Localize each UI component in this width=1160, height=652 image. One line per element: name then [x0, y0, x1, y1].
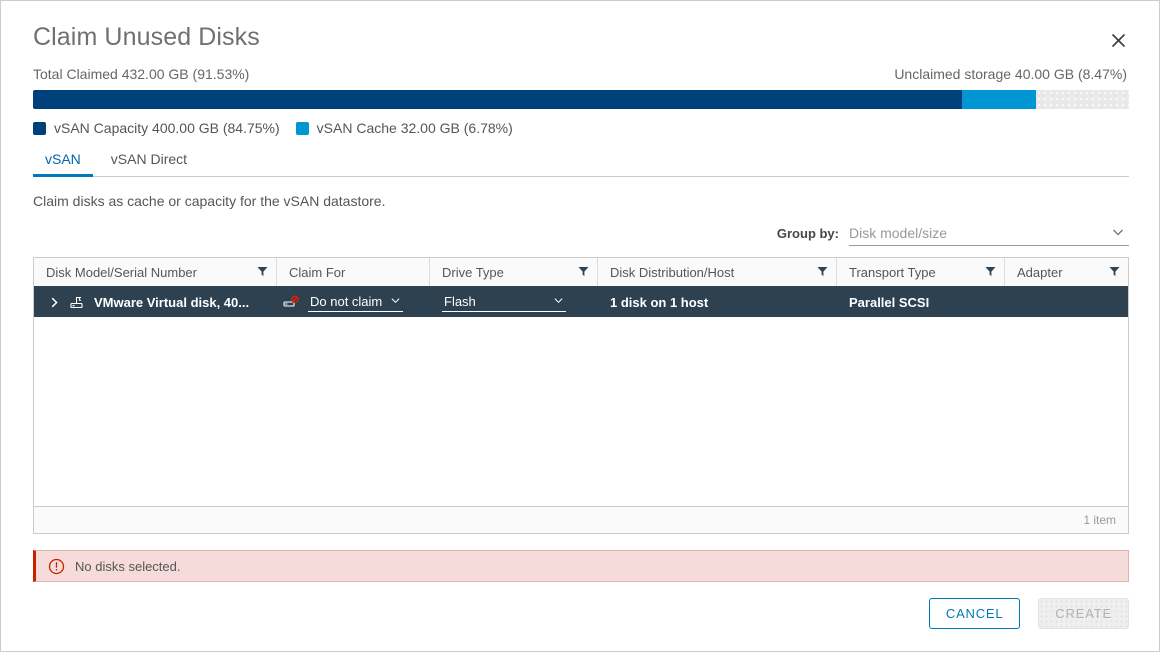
cancel-button[interactable]: CANCEL — [928, 598, 1021, 629]
create-button: CREATE — [1038, 598, 1129, 629]
cell-disk-distribution: 1 disk on 1 host — [598, 288, 837, 317]
column-header-disk-model[interactable]: Disk Model/Serial Number — [34, 258, 277, 286]
tab-vsan-direct[interactable]: vSAN Direct — [99, 149, 199, 176]
filter-icon[interactable] — [985, 265, 996, 280]
capacity-labels: Total Claimed 432.00 GB (91.53%) Unclaim… — [33, 65, 1127, 83]
table-header-row: Disk Model/Serial Number Claim For Drive… — [34, 258, 1128, 288]
description-text: Claim disks as cache or capacity for the… — [33, 193, 386, 209]
column-label-adapter: Adapter — [1017, 264, 1063, 280]
column-label-transport-type: Transport Type — [849, 264, 936, 280]
column-header-claim-for[interactable]: Claim For — [277, 258, 430, 286]
cell-claim-for[interactable]: Do not claim — [277, 288, 430, 317]
capacity-bar-segment-vsan-capacity — [33, 90, 962, 109]
do-not-claim-icon — [283, 295, 299, 311]
capacity-bar-segment-unclaimed — [1036, 90, 1129, 109]
item-count: 1 item — [1083, 513, 1116, 527]
legend-swatch-vsan-capacity — [33, 121, 46, 135]
filter-icon[interactable] — [1109, 265, 1120, 280]
legend-swatch-vsan-cache — [295, 121, 309, 135]
table-row[interactable]: VMware Virtual disk, 40... Do not claim — [34, 288, 1128, 317]
capacity-bar — [33, 90, 1129, 109]
filter-icon[interactable] — [817, 265, 828, 280]
column-header-drive-type[interactable]: Drive Type — [430, 258, 598, 286]
error-banner: No disks selected. — [33, 550, 1129, 582]
group-by-label: Group by: — [776, 225, 839, 241]
capacity-bar-segment-vsan-cache — [961, 90, 1037, 109]
legend-label-vsan-capacity: vSAN Capacity 400.00 GB (84.75%) — [54, 120, 280, 136]
cell-drive-type[interactable]: Flash — [430, 288, 598, 317]
cell-adapter — [1005, 288, 1128, 317]
column-header-adapter[interactable]: Adapter — [1005, 258, 1128, 286]
page-title: Claim Unused Disks — [33, 23, 260, 51]
chevron-right-icon[interactable] — [46, 297, 62, 308]
drive-type-select[interactable]: Flash — [442, 293, 566, 312]
tab-bar: vSAN vSAN Direct — [33, 149, 1129, 177]
column-label-disk-distribution: Disk Distribution/Host — [610, 264, 735, 280]
flash-disk-icon — [68, 294, 85, 311]
unclaimed-storage-label: Unclaimed storage 40.00 GB (8.47%) — [894, 66, 1127, 82]
table-body: VMware Virtual disk, 40... Do not claim — [34, 288, 1128, 506]
column-header-disk-distribution[interactable]: Disk Distribution/Host — [598, 258, 837, 286]
column-label-claim-for: Claim For — [289, 264, 346, 280]
legend-item-vsan-cache: vSAN Cache 32.00 GB (6.78%) — [295, 120, 513, 136]
drive-type-value: Flash — [444, 294, 476, 309]
chevron-down-icon — [1110, 224, 1126, 245]
legend-item-vsan-capacity: vSAN Capacity 400.00 GB (84.75%) — [33, 120, 280, 136]
cell-value-disk-distribution: 1 disk on 1 host — [610, 295, 709, 310]
cell-disk-model[interactable]: VMware Virtual disk, 40... — [34, 288, 277, 317]
cell-transport-type: Parallel SCSI — [837, 288, 1005, 317]
total-claimed-label: Total Claimed 432.00 GB (91.53%) — [33, 66, 250, 82]
group-by-value: Disk model/size — [849, 224, 948, 241]
capacity-summary: Total Claimed 432.00 GB (91.53%) Unclaim… — [1, 53, 1159, 136]
claim-for-value: Do not claim — [310, 294, 383, 309]
capacity-legend: vSAN Capacity 400.00 GB (84.75%) vSAN Ca… — [33, 120, 1127, 136]
cell-value-disk-model: VMware Virtual disk, 40... — [94, 295, 250, 310]
chevron-down-icon — [553, 294, 564, 309]
column-label-drive-type: Drive Type — [442, 264, 504, 280]
group-by-row: Group by: Disk model/size — [33, 219, 1129, 247]
claim-unused-disks-dialog: Claim Unused Disks Total Claimed 432.00 … — [0, 0, 1160, 652]
cell-value-transport-type: Parallel SCSI — [849, 295, 930, 310]
error-message: No disks selected. — [75, 558, 181, 574]
dialog-header: Claim Unused Disks — [1, 1, 1159, 53]
close-icon[interactable] — [1105, 27, 1131, 53]
column-header-transport-type[interactable]: Transport Type — [837, 258, 1005, 286]
disks-table: Disk Model/Serial Number Claim For Drive… — [33, 257, 1129, 534]
filter-icon[interactable] — [257, 265, 268, 280]
tab-vsan[interactable]: vSAN — [33, 149, 93, 177]
table-footer: 1 item — [34, 506, 1128, 533]
claim-for-select[interactable]: Do not claim — [308, 293, 404, 312]
chevron-down-icon — [390, 294, 401, 309]
group-by-select[interactable]: Disk model/size — [849, 221, 1129, 246]
error-circle-icon — [48, 558, 65, 575]
dialog-footer: CANCEL CREATE — [928, 598, 1129, 629]
column-label-disk-model: Disk Model/Serial Number — [46, 264, 197, 280]
legend-label-vsan-cache: vSAN Cache 32.00 GB (6.78%) — [316, 120, 513, 136]
filter-icon[interactable] — [578, 265, 589, 280]
